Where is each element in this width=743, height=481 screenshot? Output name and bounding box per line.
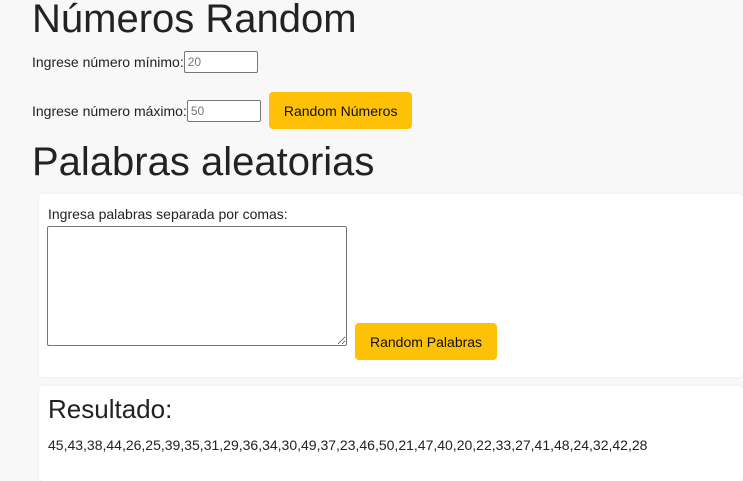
words-input-label: Ingresa palabras separada por comas:	[48, 206, 288, 222]
min-number-label: Ingrese número mínimo:	[32, 54, 184, 70]
min-number-row: Ingrese número mínimo:	[32, 51, 258, 73]
words-title: Palabras aleatorias	[32, 140, 375, 184]
result-values: 45,43,38,44,26,25,39,35,31,29,36,34,30,4…	[48, 437, 648, 453]
random-numbers-button[interactable]: Random Números	[268, 92, 413, 129]
result-card: Resultado: 45,43,38,44,26,25,39,35,31,29…	[39, 386, 743, 481]
max-number-input[interactable]	[186, 99, 261, 122]
max-number-row: Ingrese número máximo: Random Números	[32, 92, 413, 129]
numbers-title: Números Random	[32, 0, 357, 41]
result-title: Resultado:	[48, 394, 173, 424]
random-words-button[interactable]: Random Palabras	[355, 323, 498, 360]
min-number-input[interactable]	[183, 51, 258, 73]
words-textarea[interactable]	[47, 226, 347, 346]
words-card: Ingresa palabras separada por comas: Ran…	[39, 194, 743, 377]
max-number-label: Ingrese número máximo:	[32, 102, 187, 119]
